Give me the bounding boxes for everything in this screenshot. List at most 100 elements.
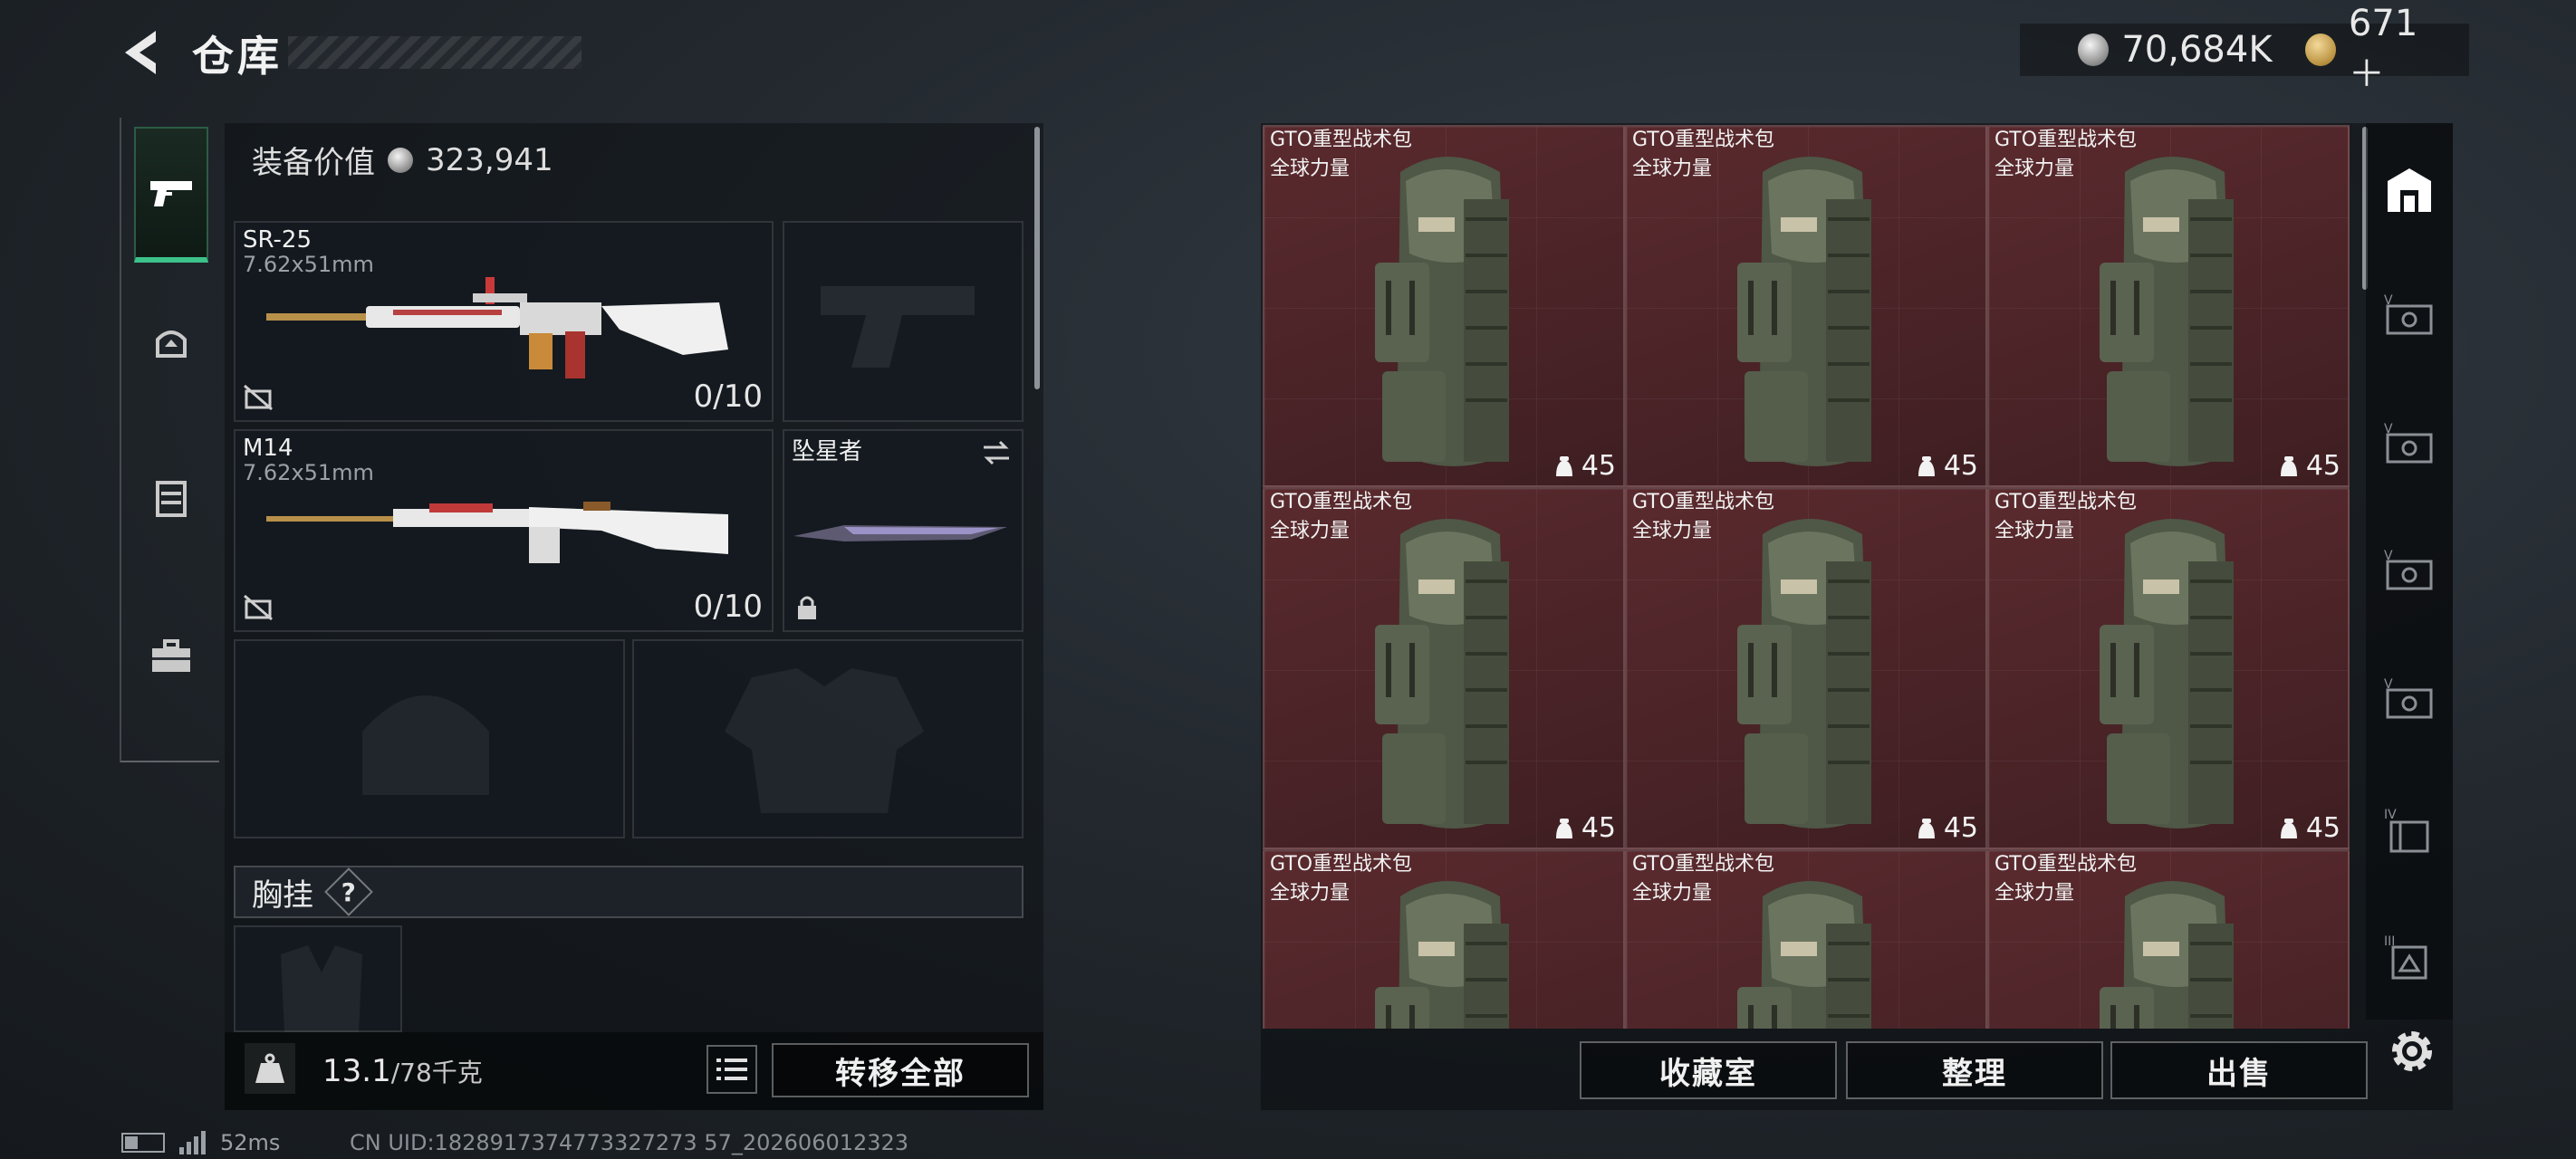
helmet-placeholder-icon xyxy=(362,695,489,795)
storage-item[interactable]: GTO重型战术包 全球力量 45 xyxy=(1987,125,2350,487)
gold-currency-value[interactable]: 671＋ xyxy=(2349,3,2449,97)
backpack-capacity-icon xyxy=(2280,455,2297,476)
helmet-icon xyxy=(156,330,187,358)
armor-slot[interactable] xyxy=(632,639,1024,838)
tab-armor[interactable] xyxy=(134,430,208,566)
pistol-icon xyxy=(150,181,192,206)
storage-item[interactable]: GTO重型战术包 全球力量 45 xyxy=(1263,125,1625,487)
equipment-value-amount: 323,941 xyxy=(426,141,553,178)
storage-item[interactable]: GTO重型战术包 全球力量 xyxy=(1625,849,1987,1029)
weight-icon xyxy=(245,1043,295,1094)
backpack-image xyxy=(1375,519,1509,829)
toolbox-icon xyxy=(152,639,190,672)
storage-item[interactable]: GTO重型战术包 全球力量 xyxy=(1987,849,2350,1029)
backpack-capacity-icon xyxy=(1918,455,1935,476)
help-icon[interactable]: ? xyxy=(324,867,373,916)
filter-storage-v-4[interactable]: V xyxy=(2380,672,2438,730)
item-name: GTO重型战术包 xyxy=(1270,491,1413,513)
silver-currency-value: 70,684K xyxy=(2121,29,2273,71)
item-capacity: 45 xyxy=(1552,450,1616,482)
filter-all-items[interactable] xyxy=(2380,161,2438,219)
chest-rig-placeholder-icon xyxy=(281,945,362,1032)
item-quality: 全球力量 xyxy=(1994,158,2075,180)
signal-icon xyxy=(179,1131,206,1154)
swap-icon[interactable] xyxy=(980,438,1013,467)
svg-text:III: III xyxy=(2384,934,2395,949)
item-capacity: 45 xyxy=(2277,812,2341,844)
sr25-rifle-image xyxy=(266,277,728,378)
m14-rifle-image xyxy=(266,502,728,563)
primary-weapon-slot[interactable]: SR-25 7.62x51mm 0/10 xyxy=(234,221,774,422)
capacity-value: 45 xyxy=(1581,450,1616,482)
tab-toolbox[interactable] xyxy=(134,589,208,724)
backpack-image xyxy=(2100,881,2234,1029)
filter-storage-v-1[interactable]: V xyxy=(2380,288,2438,346)
capacity-value: 45 xyxy=(1943,450,1978,482)
chest-rig-slot[interactable] xyxy=(234,925,402,1032)
item-quality: 全球力量 xyxy=(1632,520,1713,542)
ammo-count: 0/10 xyxy=(693,378,763,415)
secondary-weapon-slot[interactable]: M14 7.62x51mm 0/10 xyxy=(234,429,774,632)
equipment-scrollbar[interactable] xyxy=(1034,127,1040,389)
storage-iv-icon: IV xyxy=(2384,808,2429,853)
storage-item[interactable]: GTO重型战术包 全球力量 45 xyxy=(1625,487,1987,849)
item-capacity: 45 xyxy=(1915,450,1978,482)
carry-weight: 13.1/78千克 xyxy=(322,1053,483,1089)
list-icon xyxy=(716,1058,747,1080)
all-items-icon xyxy=(2388,168,2431,212)
item-quality: 全球力量 xyxy=(1270,882,1350,905)
transfer-all-button[interactable]: 转移全部 xyxy=(772,1043,1029,1097)
filter-storage-v-3[interactable]: V xyxy=(2380,543,2438,601)
back-arrow-icon[interactable] xyxy=(120,27,165,78)
item-name: GTO重型战术包 xyxy=(1994,491,2138,513)
item-quality: 全球力量 xyxy=(1632,882,1713,905)
tab-weapons[interactable] xyxy=(134,127,208,263)
list-view-button[interactable] xyxy=(706,1045,757,1094)
storage-item[interactable]: GTO重型战术包 全球力量 45 xyxy=(1263,487,1625,849)
storage-iii-icon: III xyxy=(2384,934,2427,980)
storage-v-icon: V xyxy=(2384,422,2433,464)
equipment-value: 装备价值 323,941 xyxy=(252,138,553,182)
chest-rig-label: 胸挂 xyxy=(252,876,313,914)
melee-slot[interactable]: 坠星者 xyxy=(783,429,1024,632)
filter-storage-iii[interactable]: III xyxy=(2380,927,2438,985)
backpack-capacity-icon xyxy=(1918,818,1935,838)
vest-icon xyxy=(156,481,187,517)
storage-grid: GTO重型战术包 全球力量 45 GTO重型战术包 全球力量 45 GTO重型战… xyxy=(1263,125,2355,1029)
pistol-slot[interactable] xyxy=(783,221,1024,422)
item-capacity: 45 xyxy=(1915,812,1978,844)
backpack-image xyxy=(1375,881,1509,1029)
capacity-value: 45 xyxy=(2305,450,2341,482)
filter-storage-v-2[interactable]: V xyxy=(2380,417,2438,474)
storage-item[interactable]: GTO重型战术包 全球力量 45 xyxy=(1625,125,1987,487)
ammo-count: 0/10 xyxy=(693,589,763,625)
capacity-value: 45 xyxy=(2305,812,2341,844)
backpack-capacity-icon xyxy=(1555,818,1572,838)
sell-button[interactable]: 出售 xyxy=(2110,1041,2368,1099)
item-quality: 全球力量 xyxy=(1270,158,1350,180)
item-name: GTO重型战术包 xyxy=(1270,853,1413,876)
storage-v-icon: V xyxy=(2384,549,2433,590)
chest-rig-header: 胸挂 ? xyxy=(234,866,1024,918)
storage-item[interactable]: GTO重型战术包 全球力量 45 xyxy=(1987,487,2350,849)
tab-helmet[interactable] xyxy=(134,276,208,412)
pistol-placeholder-icon xyxy=(821,286,975,368)
storage-item[interactable]: GTO重型战术包 全球力量 xyxy=(1263,849,1625,1029)
melee-blade-image xyxy=(793,525,1007,541)
organize-button[interactable]: 整理 xyxy=(1846,1041,2103,1099)
filter-storage-iv[interactable]: IV xyxy=(2380,800,2438,858)
gear-icon[interactable] xyxy=(2382,1021,2442,1081)
svg-text:V: V xyxy=(2384,549,2393,563)
collection-room-button[interactable]: 收藏室 xyxy=(1580,1041,1837,1099)
svg-text:V: V xyxy=(2384,422,2393,436)
item-quality: 全球力量 xyxy=(1270,520,1350,542)
melee-name: 坠星者 xyxy=(792,438,863,465)
page-title: 仓库 xyxy=(192,32,283,81)
backpack-image xyxy=(1737,157,1871,466)
equipment-category-tabs xyxy=(120,118,219,762)
item-name: GTO重型战术包 xyxy=(1994,129,2138,151)
helmet-slot[interactable] xyxy=(234,639,625,838)
svg-text:V: V xyxy=(2384,293,2393,308)
player-uid: CN UID:1828917374773327273 57_2026060123… xyxy=(350,1130,909,1155)
item-name: GTO重型战术包 xyxy=(1632,129,1775,151)
